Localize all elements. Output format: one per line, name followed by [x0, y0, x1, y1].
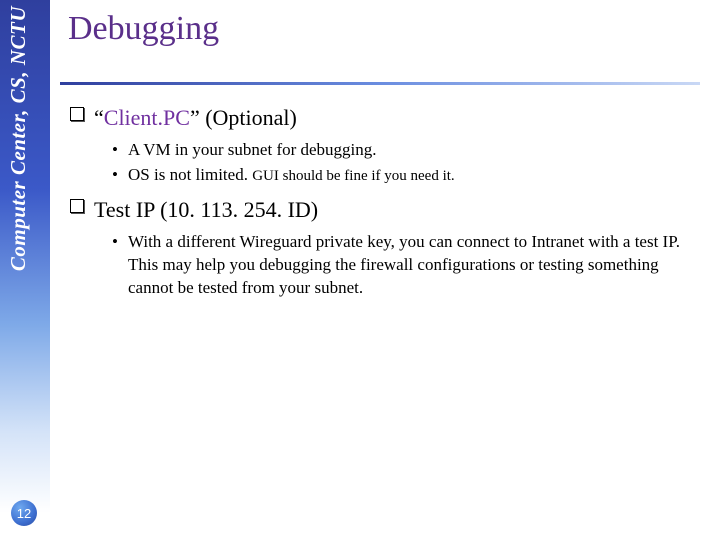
heading-text: Test IP (10. 113. 254. ID)	[94, 197, 318, 222]
content-area: “Client.PC” (Optional) A VM in your subn…	[70, 104, 700, 310]
page-title: Debugging	[68, 10, 219, 48]
heading-link-clientpc: Client.PC	[104, 105, 190, 130]
sidebar-label: Computer Center, CS, NCTU	[6, 6, 44, 271]
slide: Computer Center, CS, NCTU Debugging “Cli…	[0, 0, 720, 540]
list-item: With a different Wireguard private key, …	[112, 231, 700, 300]
checkbox-icon	[70, 107, 84, 121]
bullet-text-main: OS is not limited.	[128, 165, 252, 184]
page-number: 12	[17, 506, 31, 521]
testip-bullets: With a different Wireguard private key, …	[112, 231, 700, 300]
page-number-badge: 12	[11, 500, 37, 526]
checkbox-icon	[70, 199, 84, 213]
section-testip: Test IP (10. 113. 254. ID)	[70, 196, 700, 225]
list-item: A VM in your subnet for debugging.	[112, 139, 700, 162]
clientpc-bullets: A VM in your subnet for debugging. OS is…	[112, 139, 700, 187]
section-clientpc: “Client.PC” (Optional)	[70, 104, 700, 133]
title-underline	[60, 82, 700, 85]
heading-prefix: “	[94, 105, 104, 130]
bullet-text: With a different Wireguard private key, …	[128, 232, 680, 297]
bullet-text: A VM in your subnet for debugging.	[128, 140, 377, 159]
heading-suffix: ” (Optional)	[190, 105, 297, 130]
bullet-text-fine: GUI should be fine if you need it.	[252, 168, 454, 184]
list-item: OS is not limited. GUI should be fine if…	[112, 164, 700, 187]
